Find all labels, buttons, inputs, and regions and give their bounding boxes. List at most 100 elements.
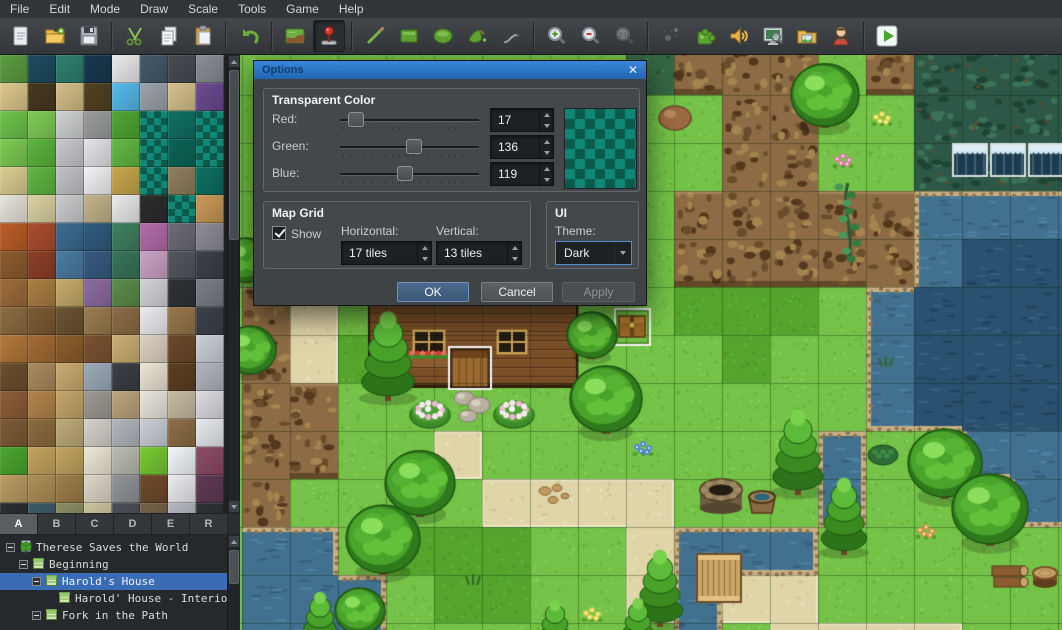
palette-tile[interactable] bbox=[140, 279, 168, 307]
palette-tile[interactable] bbox=[56, 223, 84, 251]
palette-tile[interactable] bbox=[168, 391, 196, 419]
palette-tile[interactable] bbox=[112, 83, 140, 111]
scrollbar-thumb[interactable] bbox=[229, 550, 239, 584]
vertical-tiles-spinner[interactable]: 13 tiles bbox=[436, 241, 522, 265]
palette-tile[interactable] bbox=[56, 503, 84, 513]
palette-tile[interactable] bbox=[196, 251, 224, 279]
spinner-arrows[interactable] bbox=[539, 109, 553, 131]
palette-tile[interactable] bbox=[84, 363, 112, 391]
palette-tile[interactable] bbox=[56, 195, 84, 223]
palette-tile[interactable] bbox=[0, 139, 28, 167]
palette-tile[interactable] bbox=[112, 503, 140, 513]
blue-spinner[interactable]: 119 bbox=[490, 162, 554, 186]
palette-tile[interactable] bbox=[56, 167, 84, 195]
menu-mode[interactable]: Mode bbox=[80, 0, 130, 18]
palette-tile[interactable] bbox=[112, 391, 140, 419]
palette-tile[interactable] bbox=[56, 363, 84, 391]
palette-tile[interactable] bbox=[140, 307, 168, 335]
palette-tile[interactable] bbox=[112, 419, 140, 447]
menu-file[interactable]: File bbox=[0, 0, 39, 18]
palette-tile[interactable] bbox=[0, 279, 28, 307]
map-tree-item[interactable]: Fork in the Path bbox=[0, 607, 228, 624]
palette-tile[interactable] bbox=[28, 307, 56, 335]
palette-tile[interactable] bbox=[28, 335, 56, 363]
palette-tile[interactable] bbox=[196, 419, 224, 447]
copy-button[interactable] bbox=[153, 20, 185, 52]
undo-button[interactable] bbox=[233, 20, 265, 52]
theme-dropdown[interactable]: Dark bbox=[555, 241, 632, 265]
palette-tile[interactable] bbox=[140, 55, 168, 83]
menu-scale[interactable]: Scale bbox=[178, 0, 228, 18]
scrollbar-thumb[interactable] bbox=[229, 70, 239, 240]
palette-tile[interactable] bbox=[84, 447, 112, 475]
palette-tile[interactable] bbox=[168, 55, 196, 83]
palette-tile[interactable] bbox=[28, 251, 56, 279]
slider-handle[interactable] bbox=[348, 112, 364, 127]
playtest-button[interactable] bbox=[871, 20, 903, 52]
menu-game[interactable]: Game bbox=[276, 0, 329, 18]
palette-tile[interactable] bbox=[168, 139, 196, 167]
horizontal-tiles-spinner[interactable]: 17 tiles bbox=[341, 241, 432, 265]
dialog-titlebar[interactable]: Options ✕ bbox=[254, 61, 646, 79]
up-arrow-icon[interactable] bbox=[422, 246, 428, 250]
palette-tile[interactable] bbox=[28, 391, 56, 419]
palette-tile[interactable] bbox=[196, 195, 224, 223]
palette-tile[interactable] bbox=[84, 139, 112, 167]
palette-tile[interactable] bbox=[0, 55, 28, 83]
palette-tile[interactable] bbox=[140, 503, 168, 513]
palette-tile[interactable] bbox=[84, 307, 112, 335]
palette-tile[interactable] bbox=[112, 447, 140, 475]
palette-tile[interactable] bbox=[196, 503, 224, 513]
map-mode-button[interactable] bbox=[279, 20, 311, 52]
resource-manager-button[interactable] bbox=[791, 20, 823, 52]
palette-tile[interactable] bbox=[56, 447, 84, 475]
palette-tile[interactable] bbox=[168, 167, 196, 195]
palette-tile[interactable] bbox=[168, 195, 196, 223]
palette-tile[interactable] bbox=[0, 111, 28, 139]
tileset-tab-e[interactable]: E bbox=[152, 514, 190, 534]
palette-tile[interactable] bbox=[112, 223, 140, 251]
palette-tile[interactable] bbox=[28, 111, 56, 139]
palette-tile[interactable] bbox=[56, 335, 84, 363]
palette-tile[interactable] bbox=[168, 335, 196, 363]
palette-tile[interactable] bbox=[196, 111, 224, 139]
palette-tile[interactable] bbox=[168, 83, 196, 111]
spinner-arrows[interactable] bbox=[417, 242, 431, 264]
palette-scrollbar[interactable] bbox=[227, 55, 239, 513]
palette-tile[interactable] bbox=[196, 475, 224, 503]
red-spinner[interactable]: 17 bbox=[490, 108, 554, 132]
palette-tile[interactable] bbox=[56, 111, 84, 139]
palette-tile[interactable] bbox=[168, 111, 196, 139]
palette-tile[interactable] bbox=[0, 447, 28, 475]
palette-tile[interactable] bbox=[28, 419, 56, 447]
palette-tile[interactable] bbox=[28, 223, 56, 251]
palette-tile[interactable] bbox=[56, 475, 84, 503]
open-project-button[interactable] bbox=[39, 20, 71, 52]
palette-tile[interactable] bbox=[84, 55, 112, 83]
palette-tile[interactable] bbox=[84, 223, 112, 251]
palette-tile[interactable] bbox=[56, 251, 84, 279]
spinner-arrows[interactable] bbox=[507, 242, 521, 264]
slider-handle[interactable] bbox=[406, 139, 422, 154]
palette-tile[interactable] bbox=[56, 55, 84, 83]
up-arrow-icon[interactable] bbox=[512, 246, 518, 250]
palette-tile[interactable] bbox=[84, 335, 112, 363]
palette-tile[interactable] bbox=[0, 223, 28, 251]
ellipse-tool-button[interactable] bbox=[427, 20, 459, 52]
zoom-out-button[interactable] bbox=[575, 20, 607, 52]
palette-tile[interactable] bbox=[112, 251, 140, 279]
tileset-tab-r[interactable]: R bbox=[190, 514, 228, 534]
close-icon[interactable]: ✕ bbox=[628, 64, 638, 76]
palette-tile[interactable] bbox=[0, 195, 28, 223]
palette-tile[interactable] bbox=[0, 251, 28, 279]
palette-tile[interactable] bbox=[196, 335, 224, 363]
palette-tile[interactable] bbox=[56, 139, 84, 167]
green-slider[interactable] bbox=[340, 139, 479, 155]
spinner-arrows[interactable] bbox=[539, 136, 553, 158]
tileset-palette[interactable] bbox=[0, 55, 228, 513]
palette-tile[interactable] bbox=[112, 475, 140, 503]
scroll-down-button[interactable] bbox=[228, 500, 240, 513]
palette-tile[interactable] bbox=[84, 503, 112, 513]
palette-tile[interactable] bbox=[112, 363, 140, 391]
cancel-button[interactable]: Cancel bbox=[481, 282, 553, 302]
